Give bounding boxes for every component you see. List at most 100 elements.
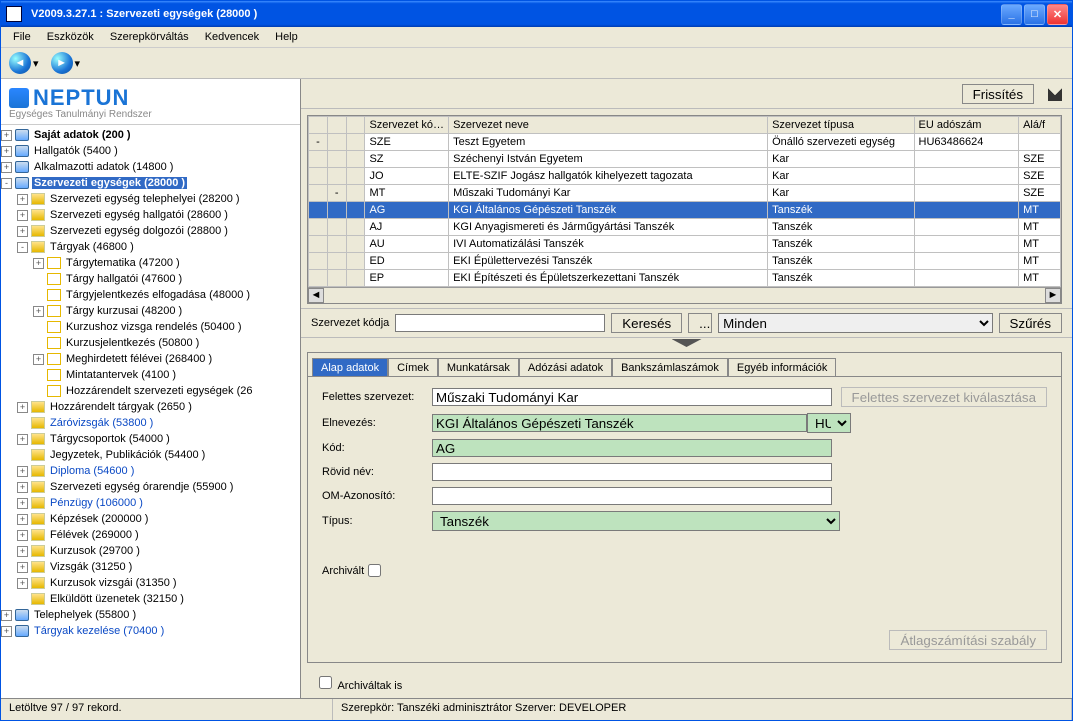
expand-icon[interactable]: + [17, 498, 28, 509]
splitter-gripper-icon[interactable] [301, 338, 1072, 350]
tree-item[interactable]: +Szervezeti egység telephelyei (28200 ) [1, 191, 300, 207]
tipus-select[interactable]: Tanszék [432, 511, 840, 531]
expand-icon[interactable]: + [17, 434, 28, 445]
expand-icon[interactable]: - [17, 242, 28, 253]
archivaltak-is-checkbox[interactable] [319, 676, 332, 689]
scroll-left-icon[interactable]: ◄ [308, 288, 324, 303]
menu-item[interactable]: Help [267, 29, 306, 45]
table-row[interactable]: AUIVI Automatizálási TanszékTanszékMT [309, 236, 1061, 253]
expand-icon[interactable]: + [1, 162, 12, 173]
table-row[interactable]: JOELTE-SZIF Jogász hallgatók kihelyezett… [309, 168, 1061, 185]
table-row[interactable]: EDEKI Épülettervezési TanszékTanszékMT [309, 253, 1061, 270]
tree-item[interactable]: +Kurzusok vizsgái (31350 ) [1, 575, 300, 591]
grid-header[interactable]: Szervezet típusa [768, 117, 914, 134]
tab[interactable]: Munkatársak [438, 358, 519, 377]
archivalt-checkbox[interactable] [368, 564, 381, 577]
tree-item[interactable]: +Hallgatók (5400 ) [1, 143, 300, 159]
lang-select[interactable]: HU [807, 413, 851, 433]
tree-item[interactable]: +Saját adatok (200 ) [1, 127, 300, 143]
tree-item[interactable]: +Tárgycsoportok (54000 ) [1, 431, 300, 447]
tree-item[interactable]: Hozzárendelt szervezeti egységek (26 [1, 383, 300, 399]
tree-item[interactable]: +Meghirdetett félévei (268400 ) [1, 351, 300, 367]
tree-item[interactable]: Záróvizsgák (53800 ) [1, 415, 300, 431]
expand-icon[interactable]: + [17, 210, 28, 221]
tree-item[interactable]: Tárgyjelentkezés elfogadása (48000 ) [1, 287, 300, 303]
tree-item[interactable]: Mintatantervek (4100 ) [1, 367, 300, 383]
maximize-button[interactable]: □ [1024, 4, 1045, 25]
scroll-right-icon[interactable]: ► [1045, 288, 1061, 303]
table-row[interactable]: AJKGI Anyagismereti és Járműgyártási Tan… [309, 219, 1061, 236]
tree-item[interactable]: +Vizsgák (31250 ) [1, 559, 300, 575]
tree-item[interactable]: +Telephelyek (55800 ) [1, 607, 300, 623]
elnevezes-field[interactable] [432, 414, 807, 432]
grid-header[interactable]: Szervezet neve [449, 117, 768, 134]
tree-item[interactable]: Kurzushoz vizsga rendelés (50400 ) [1, 319, 300, 335]
close-button[interactable]: ✕ [1047, 4, 1068, 25]
table-row[interactable]: AGKGI Általános Gépészeti TanszékTanszék… [309, 202, 1061, 219]
tree-item[interactable]: Elküldött üzenetek (32150 ) [1, 591, 300, 607]
expand-icon[interactable]: + [17, 546, 28, 557]
menu-item[interactable]: Eszközök [39, 29, 102, 45]
tree-item[interactable]: Jegyzetek, Publikációk (54400 ) [1, 447, 300, 463]
table-row[interactable]: SZSzéchenyi István EgyetemKarSZE [309, 151, 1061, 168]
expand-icon[interactable]: + [17, 194, 28, 205]
table-row[interactable]: -SZETeszt EgyetemÖnálló szervezeti egysé… [309, 134, 1061, 151]
expand-icon[interactable]: + [1, 130, 12, 141]
tree-item[interactable]: -Tárgyak (46800 ) [1, 239, 300, 255]
rovid-nev-field[interactable] [432, 463, 832, 481]
search-button[interactable]: Keresés [611, 313, 682, 333]
grid-header[interactable]: Alá/f [1019, 117, 1061, 134]
org-grid[interactable]: Szervezet kódjaSzervezet neveSzervezet t… [307, 115, 1062, 304]
refresh-button[interactable]: Frissítés [962, 84, 1034, 104]
expand-icon[interactable]: + [33, 354, 44, 365]
expand-icon[interactable]: + [33, 306, 44, 317]
menu-item[interactable]: Szerepkörváltás [102, 29, 197, 45]
tree-item[interactable]: +Képzések (200000 ) [1, 511, 300, 527]
menu-item[interactable]: File [5, 29, 39, 45]
tree-item[interactable]: +Pénzügy (106000 ) [1, 495, 300, 511]
tree-item[interactable]: -Szervezeti egységek (28000 ) [1, 175, 300, 191]
table-row[interactable]: -MTMűszaki Tudományi KarKarSZE [309, 185, 1061, 202]
tree-item[interactable]: +Diploma (54600 ) [1, 463, 300, 479]
tab[interactable]: Egyéb információk [728, 358, 837, 377]
tree-item[interactable]: +Tárgy kurzusai (48200 ) [1, 303, 300, 319]
expand-icon[interactable]: + [17, 402, 28, 413]
expand-icon[interactable]: + [17, 578, 28, 589]
atlagszamitasi-button[interactable]: Átlagszámítási szabály [889, 630, 1047, 650]
felettes-szervezet-field[interactable] [432, 388, 832, 406]
tree-item[interactable]: Tárgy hallgatói (47600 ) [1, 271, 300, 287]
kod-field[interactable] [432, 439, 832, 457]
pin-icon[interactable] [1048, 87, 1062, 101]
expand-icon[interactable]: + [17, 514, 28, 525]
tab[interactable]: Alap adatok [312, 358, 388, 377]
tree-item[interactable]: +Kurzusok (29700 ) [1, 543, 300, 559]
tree-item[interactable]: +Hozzárendelt tárgyak (2650 ) [1, 399, 300, 415]
tree-item[interactable]: +Szervezeti egység hallgatói (28600 ) [1, 207, 300, 223]
expand-icon[interactable]: + [17, 562, 28, 573]
om-azonosito-field[interactable] [432, 487, 832, 505]
tree-item[interactable]: +Szervezeti egység dolgozói (28800 ) [1, 223, 300, 239]
expand-icon[interactable]: + [17, 530, 28, 541]
expand-icon[interactable]: + [17, 482, 28, 493]
table-row[interactable]: EPEKI Építészeti és Épületszerkezettani … [309, 270, 1061, 287]
tab[interactable]: Címek [388, 358, 438, 377]
tree-item[interactable]: +Alkalmazotti adatok (14800 ) [1, 159, 300, 175]
tree-item[interactable]: +Félévek (269000 ) [1, 527, 300, 543]
menu-item[interactable]: Kedvencek [197, 29, 267, 45]
minimize-button[interactable]: _ [1001, 4, 1022, 25]
search-scope-select[interactable]: Minden [718, 313, 992, 333]
search-more-button[interactable]: ... [688, 313, 712, 333]
felettes-szervezet-select-button[interactable]: Felettes szervezet kiválasztása [841, 387, 1047, 407]
expand-icon[interactable]: - [1, 178, 12, 189]
tree-item[interactable]: +Szervezeti egység órarendje (55900 ) [1, 479, 300, 495]
tree-item[interactable]: +Tárgyak kezelése (70400 ) [1, 623, 300, 639]
horizontal-scrollbar[interactable]: ◄ ► [308, 287, 1061, 303]
tree-item[interactable]: Kurzusjelentkezés (50800 ) [1, 335, 300, 351]
expand-icon[interactable]: + [1, 146, 12, 157]
filter-button[interactable]: Szűrés [999, 313, 1062, 333]
grid-header[interactable]: Szervezet kódja [365, 117, 449, 134]
expand-icon[interactable]: + [33, 258, 44, 269]
nav-tree[interactable]: +Saját adatok (200 )+Hallgatók (5400 )+A… [1, 124, 300, 698]
forward-button[interactable]: ► ▾ [51, 52, 81, 74]
expand-icon[interactable]: + [1, 610, 12, 621]
